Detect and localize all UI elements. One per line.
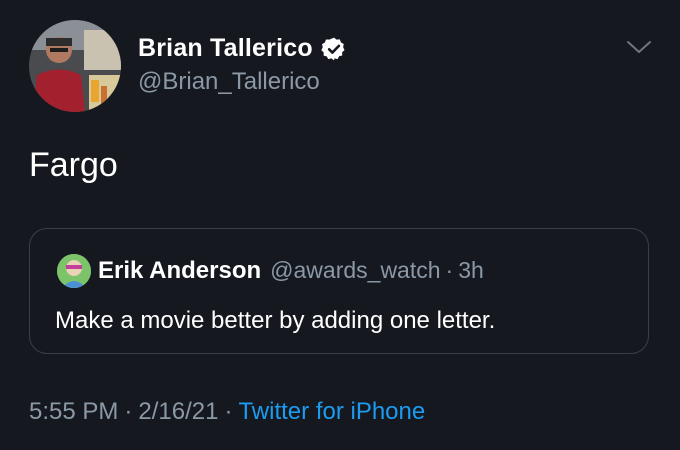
chevron-down-icon[interactable] [624, 36, 654, 58]
author-avatar[interactable] [29, 20, 121, 112]
tweet-date[interactable]: 2/16/21 [138, 398, 218, 425]
author-name[interactable]: Brian Tallerico [138, 34, 313, 63]
quoted-author-name[interactable]: Erik Anderson [98, 257, 261, 285]
quoted-author-handle[interactable]: @awards_watch [270, 257, 440, 284]
quoted-tweet-header: Erik Anderson @awards_watch · 3h [98, 257, 484, 285]
quoted-tweet-text: Make a movie better by adding one letter… [55, 307, 496, 334]
verified-badge-icon [321, 36, 347, 62]
separator-dot: · [124, 398, 133, 425]
tweet-meta: 5:55 PM · 2/16/21 · Twitter for iPhone [29, 398, 425, 426]
separator-dot: · [445, 257, 454, 283]
tweet-source-link[interactable]: Twitter for iPhone [238, 398, 425, 425]
tweet-time[interactable]: 5:55 PM [29, 398, 118, 425]
tweet-text: Fargo [29, 146, 118, 184]
separator-dot: · [224, 398, 233, 425]
quoted-author-avatar[interactable] [57, 254, 91, 288]
tweet-card: Brian Tallerico @Brian_Tallerico Fargo E… [0, 0, 680, 450]
quoted-tweet-time[interactable]: 3h [458, 257, 484, 284]
quoted-tweet[interactable]: Erik Anderson @awards_watch · 3h Make a … [29, 228, 649, 354]
author-handle[interactable]: @Brian_Tallerico [138, 68, 320, 96]
author-name-row: Brian Tallerico [138, 34, 347, 63]
